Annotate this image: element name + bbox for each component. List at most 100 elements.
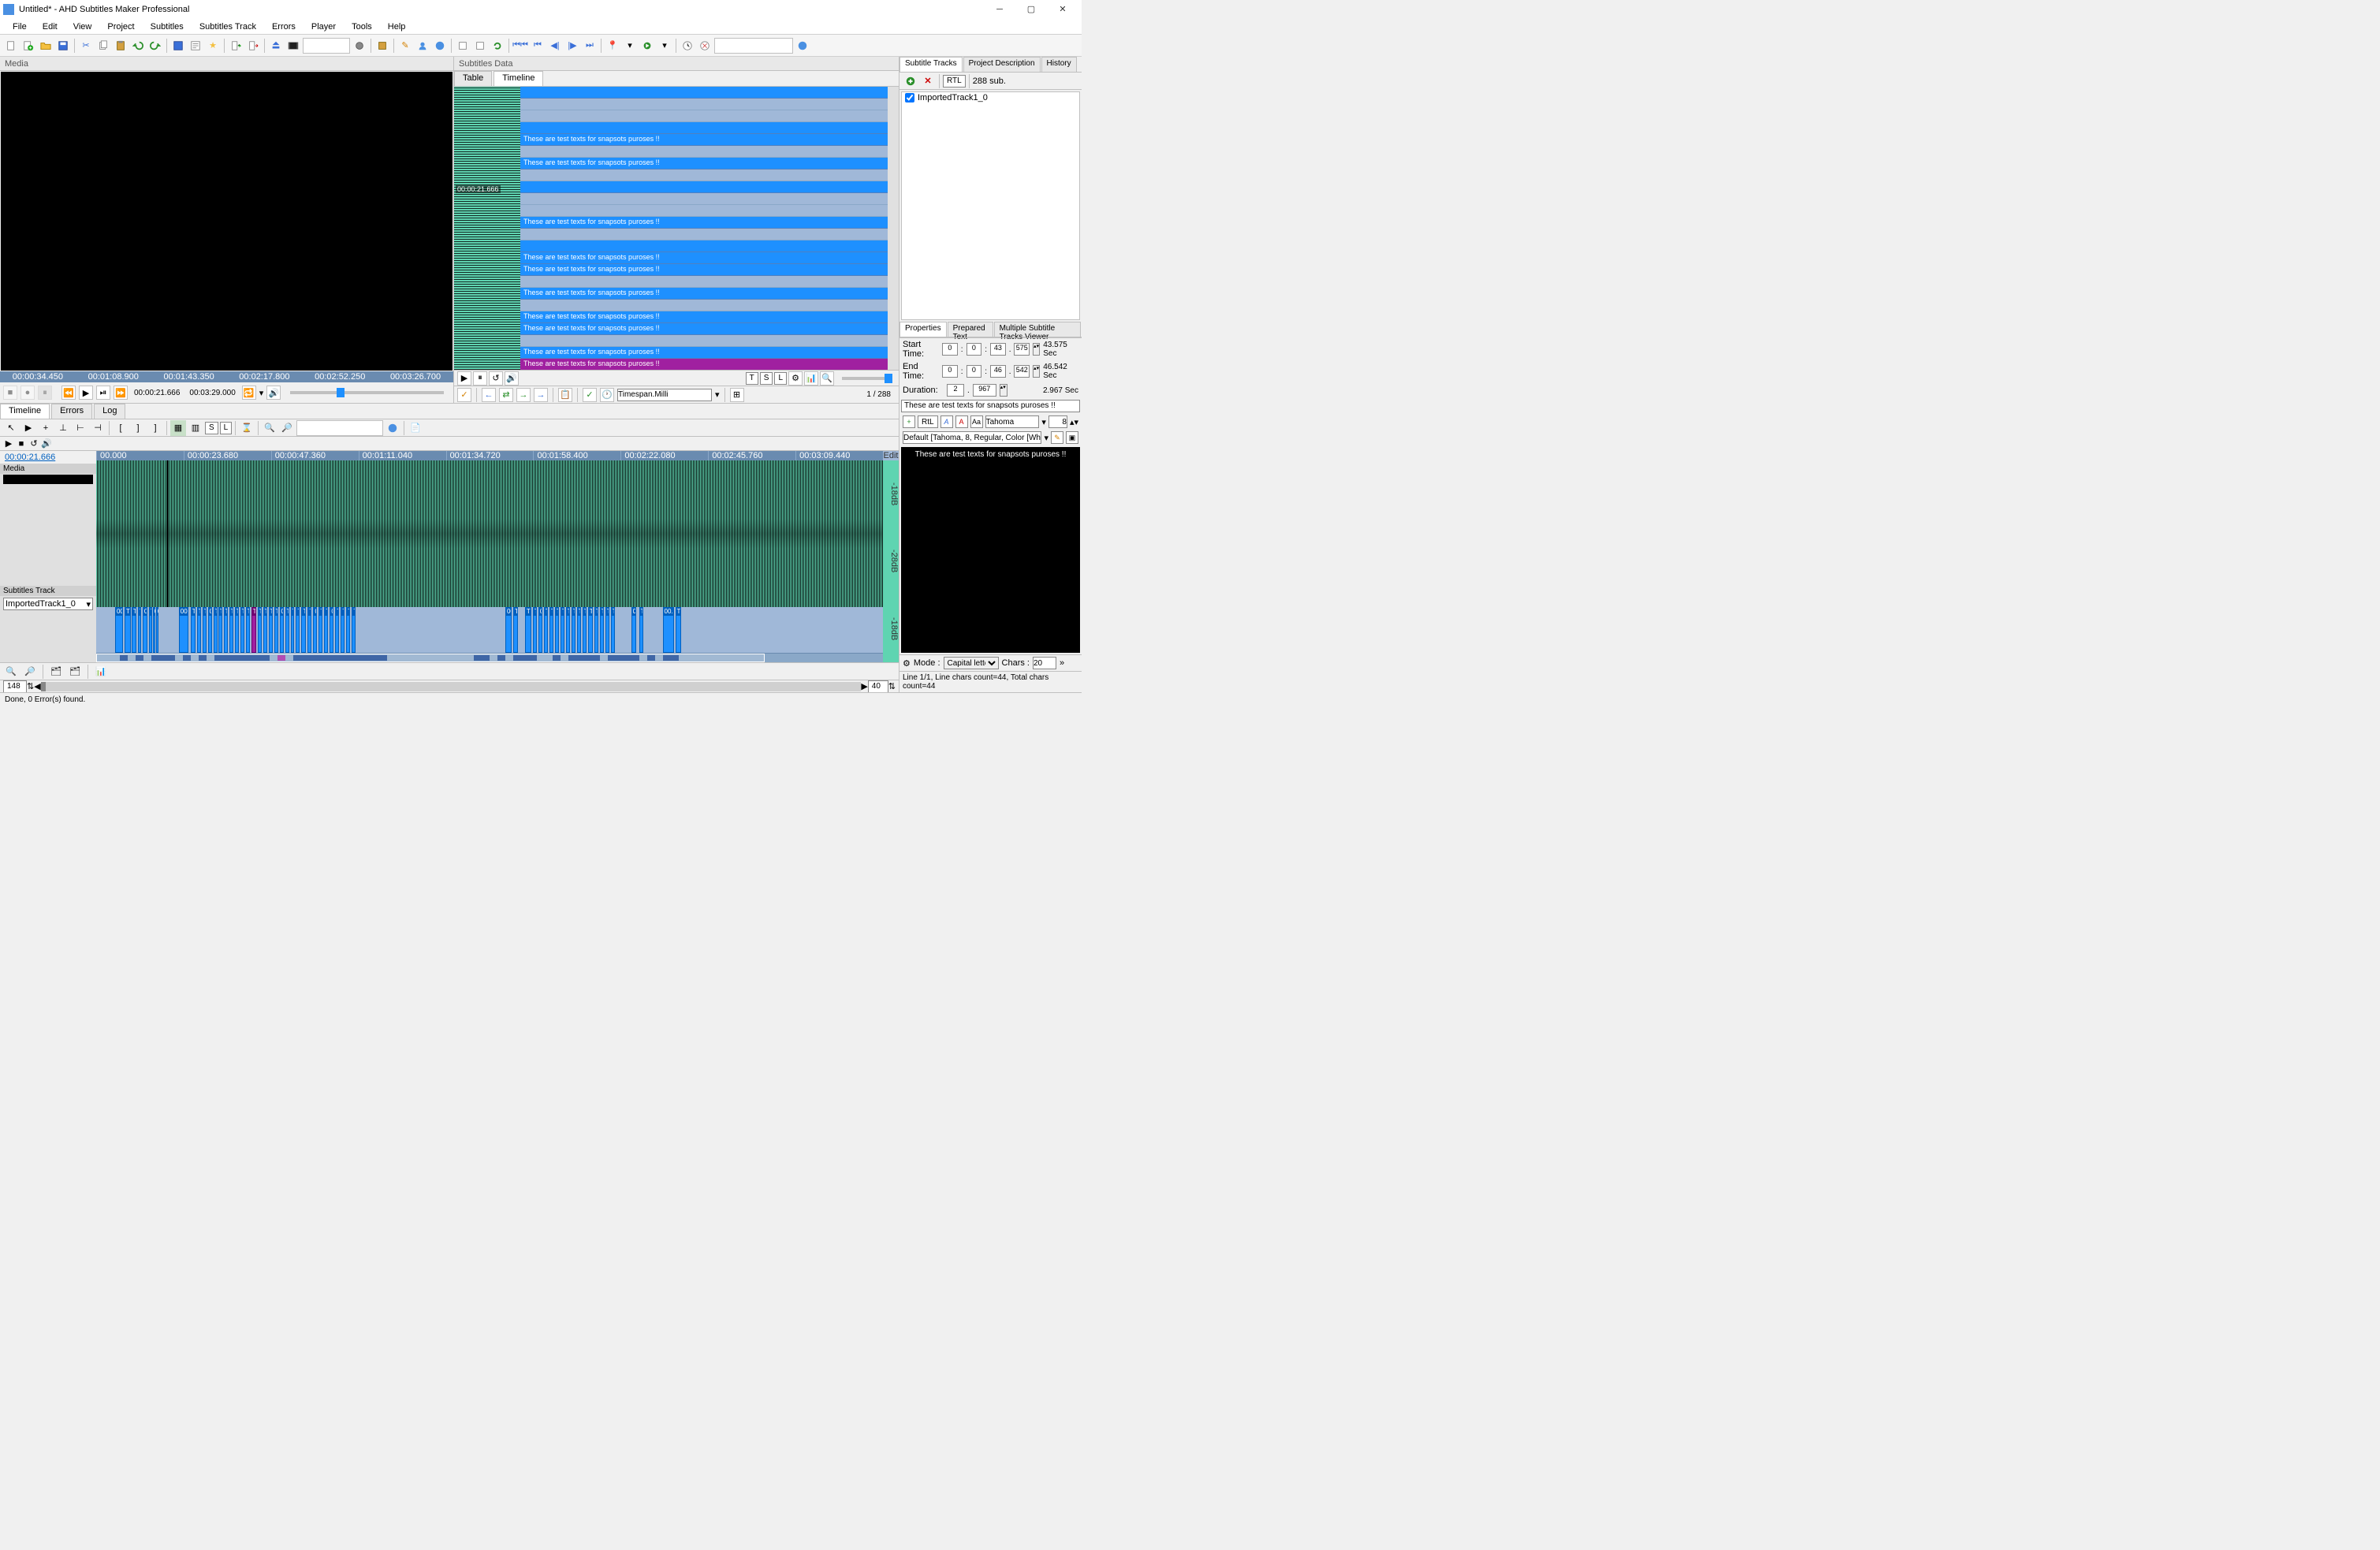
timeline-subtitle-block[interactable]: T bbox=[676, 607, 682, 653]
sd-zoom-slider[interactable] bbox=[842, 377, 889, 380]
eject-button[interactable] bbox=[268, 38, 284, 54]
tl-hscroll[interactable] bbox=[41, 682, 862, 691]
undo-button[interactable] bbox=[130, 38, 146, 54]
tlf-card-a-button[interactable]: 🗂 bbox=[48, 664, 64, 680]
timeline-subtitle-block[interactable]: T bbox=[214, 607, 218, 653]
tl-s-button[interactable]: S bbox=[205, 422, 218, 434]
tl-bracket-r-button[interactable]: ] bbox=[130, 420, 146, 436]
prev-step-button[interactable]: ◀| bbox=[547, 38, 563, 54]
subtitle-row[interactable] bbox=[520, 229, 888, 240]
plugin-b-button[interactable] bbox=[472, 38, 488, 54]
subtitle-row[interactable]: These are test texts for snapsots purose… bbox=[520, 134, 888, 146]
rtl-toggle[interactable]: RTL bbox=[943, 75, 966, 88]
font-a-icon[interactable]: A bbox=[940, 415, 953, 428]
subtitle-row[interactable] bbox=[520, 240, 888, 252]
timeline-main[interactable]: 00.00000:00:23.68000:00:47.36000:01:11.0… bbox=[96, 451, 883, 662]
mode-icon[interactable]: ⚙ bbox=[903, 658, 911, 669]
delete-track-button[interactable]: ✕ bbox=[920, 73, 936, 89]
subdata-scrollbar[interactable] bbox=[888, 87, 899, 370]
tl-loop-small-button[interactable]: ↺ bbox=[28, 438, 39, 449]
timeline-subtitle-block[interactable]: 00... bbox=[505, 607, 512, 653]
start-m[interactable]: 0 bbox=[967, 343, 982, 356]
start-ms[interactable]: 575 bbox=[1014, 343, 1030, 356]
save-all-button[interactable] bbox=[170, 38, 186, 54]
subtitle-text-input[interactable]: These are test texts for snapsots purose… bbox=[901, 400, 1080, 412]
timeline-subtitle-block[interactable]: T bbox=[346, 607, 350, 653]
timeline-subtitle-block[interactable]: 00... bbox=[143, 607, 147, 653]
tracks-list[interactable]: ImportedTrack1_0 bbox=[901, 91, 1080, 320]
subtitle-row[interactable] bbox=[520, 146, 888, 158]
tl-zoom-out-button[interactable]: 🔎 bbox=[279, 420, 295, 436]
tlf-chart-button[interactable]: 📊 bbox=[93, 664, 109, 680]
tl-zoom-in-button[interactable]: 🔍 bbox=[262, 420, 277, 436]
menu-project[interactable]: Project bbox=[101, 20, 140, 33]
timeline-subtitle-block[interactable]: T bbox=[240, 607, 244, 653]
timeline-subtitle-block[interactable]: 00... bbox=[330, 607, 333, 653]
subtitle-row[interactable]: These are test texts for snapsots purose… bbox=[520, 323, 888, 335]
timeline-subtitle-block[interactable]: T bbox=[258, 607, 262, 653]
end-m[interactable]: 0 bbox=[967, 365, 982, 378]
timeline-subtitle-block[interactable]: T bbox=[335, 607, 339, 653]
timeline-subtitle-block[interactable]: 00... bbox=[280, 607, 284, 653]
tl-hscroll-right[interactable]: ▶ bbox=[861, 681, 867, 691]
tl-dropdown[interactable] bbox=[296, 420, 383, 436]
sd-cfg-a-button[interactable]: ⚙ bbox=[788, 371, 803, 386]
timeline-subtitle-block[interactable]: Thes... bbox=[125, 607, 131, 653]
add-style-button[interactable]: + bbox=[903, 415, 915, 428]
timeline-subtitle-block[interactable]: T bbox=[639, 607, 643, 653]
sd-t-button[interactable]: T bbox=[746, 372, 758, 385]
style-pick-button[interactable]: ▣ bbox=[1066, 431, 1078, 444]
subtitle-row[interactable]: These are test texts for snapsots purose… bbox=[520, 217, 888, 229]
menu-tools[interactable]: Tools bbox=[345, 20, 378, 33]
subtitle-row[interactable] bbox=[520, 335, 888, 347]
timeline-subtitle-block[interactable]: T bbox=[572, 607, 575, 653]
track-checkbox[interactable] bbox=[905, 93, 914, 102]
sd-arrow-both-button[interactable]: ⇄ bbox=[499, 388, 513, 402]
right-tab-subtitle-tracks[interactable]: Subtitle Tracks bbox=[899, 57, 963, 72]
timeline-ruler[interactable]: 00.00000:00:23.68000:00:47.36000:01:11.0… bbox=[96, 451, 883, 460]
timeline-subtitle-block[interactable]: T bbox=[566, 607, 570, 653]
sd-loop-button[interactable]: ↺ bbox=[489, 371, 503, 386]
mode-select[interactable]: Capital letter bbox=[944, 657, 999, 669]
tl-mark-in-button[interactable]: ⊢ bbox=[73, 420, 88, 436]
clock-x-icon[interactable] bbox=[697, 38, 713, 54]
timeline-subtitle-block[interactable]: T bbox=[218, 607, 222, 653]
edit-icon[interactable] bbox=[188, 38, 203, 54]
subdata-waveform[interactable]: 00:00:21.666 bbox=[454, 87, 520, 370]
subtitle-row[interactable] bbox=[520, 170, 888, 181]
sd-cfg-b-button[interactable]: 📊 bbox=[804, 371, 818, 386]
timeline-subtitle-block[interactable]: T bbox=[533, 607, 537, 653]
menu-view[interactable]: View bbox=[67, 20, 99, 33]
menu-subtitles[interactable]: Subtitles bbox=[144, 20, 190, 33]
timeline-subtitle-block[interactable]: T bbox=[203, 607, 207, 653]
timeline-subtitle-block[interactable]: T bbox=[544, 607, 548, 653]
stop-button[interactable]: ■ bbox=[3, 386, 17, 400]
open-button[interactable] bbox=[38, 38, 54, 54]
translate-button[interactable] bbox=[432, 38, 448, 54]
video-ruler[interactable]: 00:00:34.45000:01:08.90000:01:43.35000:0… bbox=[0, 371, 453, 382]
tl-view-a-button[interactable]: ▦ bbox=[170, 420, 186, 436]
timeline-subtitle-block[interactable]: T bbox=[291, 607, 295, 653]
menu-player[interactable]: Player bbox=[305, 20, 342, 33]
tl-strack-select[interactable]: ImportedTrack1_0▾ bbox=[3, 598, 93, 610]
timeline-subtitle-block[interactable]: T bbox=[229, 607, 233, 653]
timeline-subtitle-block[interactable]: 00 bbox=[631, 607, 636, 653]
timeline-subtitle-block[interactable]: T bbox=[341, 607, 345, 653]
menu-subtitles-track[interactable]: Subtitles Track bbox=[193, 20, 263, 33]
chars-go-button[interactable]: » bbox=[1060, 658, 1064, 668]
timeline-subtitles-track[interactable]: 00...Thes...TT00...T0000...TThT0TTTTTTTT… bbox=[96, 607, 883, 653]
timeline-subtitle-block[interactable]: T bbox=[296, 607, 300, 653]
video-button[interactable] bbox=[285, 38, 301, 54]
sd-timespan-input[interactable] bbox=[617, 389, 712, 401]
sd-s-button[interactable]: S bbox=[760, 372, 773, 385]
star-button[interactable]: ★ bbox=[205, 38, 221, 54]
tl-bracket-close-button[interactable]: ] bbox=[147, 420, 163, 436]
timeline-subtitle-block[interactable]: Th bbox=[251, 607, 256, 653]
tl-globe-button[interactable] bbox=[385, 420, 400, 436]
subtitle-row[interactable]: These are test texts for snapsots purose… bbox=[520, 347, 888, 359]
sd-arrow-right-button[interactable]: → bbox=[516, 388, 531, 402]
menu-errors[interactable]: Errors bbox=[266, 20, 302, 33]
sd-arrow-right2-button[interactable]: → bbox=[534, 388, 548, 402]
timeline-timecode[interactable]: 00:00:21.666 bbox=[0, 451, 96, 464]
seek-slider[interactable] bbox=[290, 391, 444, 394]
